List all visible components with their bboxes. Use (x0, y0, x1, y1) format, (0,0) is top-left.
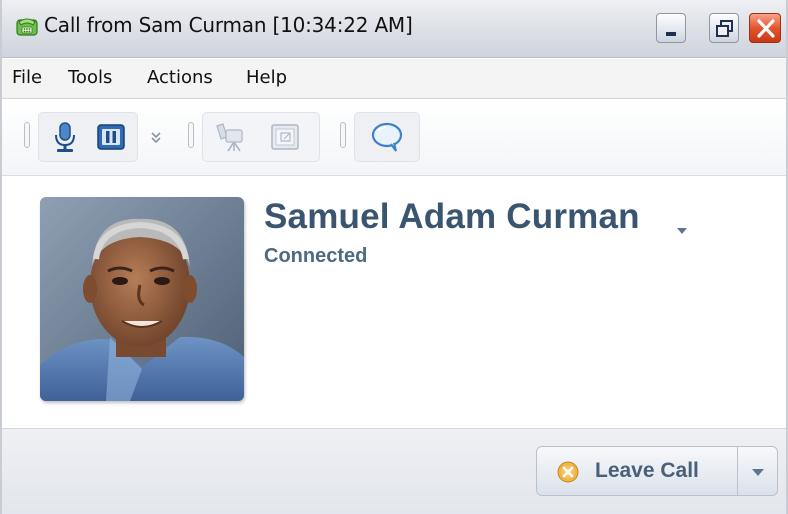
chevron-down-icon (677, 228, 687, 234)
window-title: Call from Sam Curman [10:34:22 AM] (44, 13, 413, 37)
call-window: Call from Sam Curman [10:34:22 AM] File … (0, 0, 788, 514)
minimize-icon (666, 32, 676, 36)
minimize-button[interactable] (656, 13, 686, 43)
close-button[interactable] (749, 13, 781, 43)
leave-call-icon (557, 461, 579, 483)
close-icon (757, 19, 775, 38)
chevron-double-down-icon (151, 132, 161, 144)
microphone-icon (55, 122, 75, 152)
contact-name[interactable]: Samuel Adam Curman (264, 197, 640, 237)
restore-button[interactable] (709, 13, 739, 43)
contact-photo (40, 197, 244, 401)
pause-button[interactable] (93, 119, 129, 155)
video-controls-group (202, 112, 320, 162)
microphone-button[interactable] (47, 119, 83, 155)
menu-bar: File Tools Actions Help (2, 59, 786, 99)
audio-controls-group (38, 112, 138, 162)
chevron-down-icon (752, 469, 764, 476)
call-content: Samuel Adam Curman Connected (2, 177, 786, 427)
leave-call-options-button[interactable] (738, 447, 778, 495)
menu-tools[interactable]: Tools (68, 67, 112, 88)
chat-button[interactable] (369, 119, 405, 155)
chat-bubble-icon (371, 122, 403, 152)
toolbar (2, 100, 786, 176)
chat-controls-group (354, 112, 420, 162)
avatar (40, 197, 244, 401)
call-footer: Leave Call (2, 428, 786, 514)
phone-icon (16, 15, 38, 37)
screen-share-button (267, 119, 303, 155)
menu-help[interactable]: Help (246, 67, 287, 88)
leave-call-button[interactable]: Leave Call (536, 446, 778, 496)
video-button (213, 119, 249, 155)
restore-icon (716, 20, 733, 37)
more-options-button[interactable] (148, 130, 164, 146)
contact-menu-button[interactable] (675, 221, 689, 234)
menu-actions[interactable]: Actions (147, 67, 213, 88)
toolbar-grip[interactable] (188, 122, 194, 148)
leave-call-label: Leave Call (595, 459, 699, 482)
title-bar[interactable]: Call from Sam Curman [10:34:22 AM] (2, 0, 786, 58)
toolbar-grip[interactable] (24, 122, 30, 148)
toolbar-grip[interactable] (340, 122, 346, 148)
video-camera-icon (216, 123, 243, 152)
screen-share-icon (271, 124, 299, 150)
menu-file[interactable]: File (12, 67, 42, 88)
call-status: Connected (264, 245, 368, 267)
pause-icon (97, 124, 125, 150)
